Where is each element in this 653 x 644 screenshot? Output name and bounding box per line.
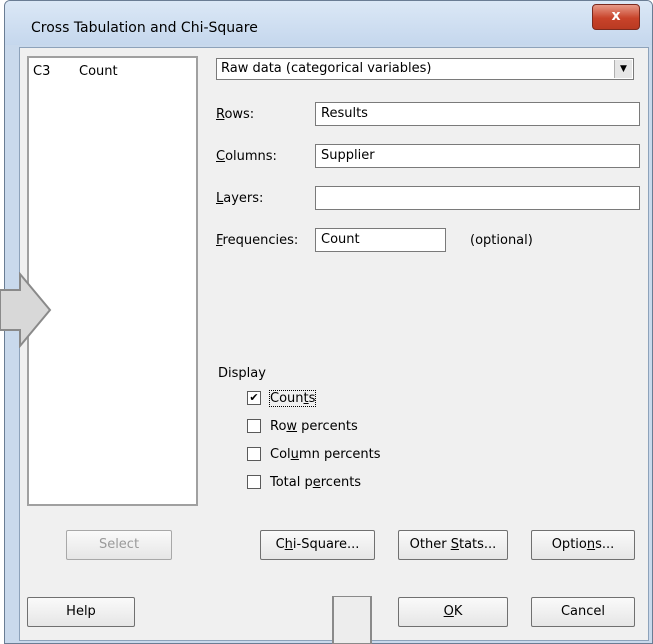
frequencies-field[interactable]: Count: [315, 228, 446, 252]
counts-checkbox-row[interactable]: ✔ Counts: [247, 390, 317, 407]
frequencies-value: Count: [321, 232, 360, 247]
counts-checkbox[interactable]: ✔: [247, 390, 261, 405]
window-title: Cross Tabulation and Chi-Square: [31, 20, 258, 36]
total-percents-checkbox-row[interactable]: Total percents: [247, 474, 362, 490]
display-heading: Display: [218, 366, 266, 381]
select-button[interactable]: Select: [66, 530, 172, 560]
total-percents-label: Total percents: [270, 475, 362, 490]
counts-label: Counts: [268, 390, 317, 407]
variable-name: Count: [79, 64, 118, 79]
chevron-down-icon[interactable]: ▼: [614, 60, 632, 78]
data-format-value: Raw data (categorical variables): [221, 61, 432, 76]
layers-field[interactable]: [315, 186, 640, 210]
close-icon: x: [611, 8, 621, 24]
row-percents-checkbox-row[interactable]: Row percents: [247, 418, 358, 434]
right-arrow-callout-icon: [0, 272, 52, 348]
rows-value: Results: [321, 106, 368, 121]
close-button[interactable]: x: [592, 4, 640, 30]
options-button[interactable]: Options...: [531, 530, 635, 560]
optional-note: (optional): [470, 233, 533, 248]
chi-square-button[interactable]: Chi-Square...: [260, 530, 375, 560]
dialog-window: Cross Tabulation and Chi-Square x C3 Coun…: [4, 0, 653, 644]
help-button[interactable]: Help: [27, 597, 135, 627]
cancel-button[interactable]: Cancel: [531, 597, 635, 627]
data-format-dropdown[interactable]: Raw data (categorical variables) ▼: [216, 58, 634, 80]
dialog-client-area: C3 Count Raw data (categorical variables)…: [19, 47, 649, 641]
column-percents-checkbox[interactable]: [247, 446, 261, 461]
rows-field[interactable]: Results: [315, 102, 640, 126]
rows-label: Rows:: [216, 107, 255, 122]
columns-label: Columns:: [216, 149, 277, 164]
column-percents-checkbox-row[interactable]: Column percents: [247, 446, 381, 462]
columns-field[interactable]: Supplier: [315, 144, 640, 168]
columns-value: Supplier: [321, 148, 375, 163]
column-percents-label: Column percents: [270, 447, 381, 462]
other-stats-button[interactable]: Other Stats...: [398, 530, 508, 560]
list-item[interactable]: C3 Count: [33, 64, 118, 79]
title-bar[interactable]: Cross Tabulation and Chi-Square x: [5, 1, 652, 45]
row-percents-checkbox[interactable]: [247, 418, 261, 433]
total-percents-checkbox[interactable]: [247, 474, 261, 489]
variable-column-id: C3: [33, 64, 51, 79]
down-arrow-callout-icon: [332, 596, 372, 644]
frequencies-label: Frequencies:: [216, 233, 299, 248]
row-percents-label: Row percents: [270, 419, 358, 434]
ok-button[interactable]: OK: [398, 597, 508, 627]
layers-label: Layers:: [216, 191, 264, 206]
